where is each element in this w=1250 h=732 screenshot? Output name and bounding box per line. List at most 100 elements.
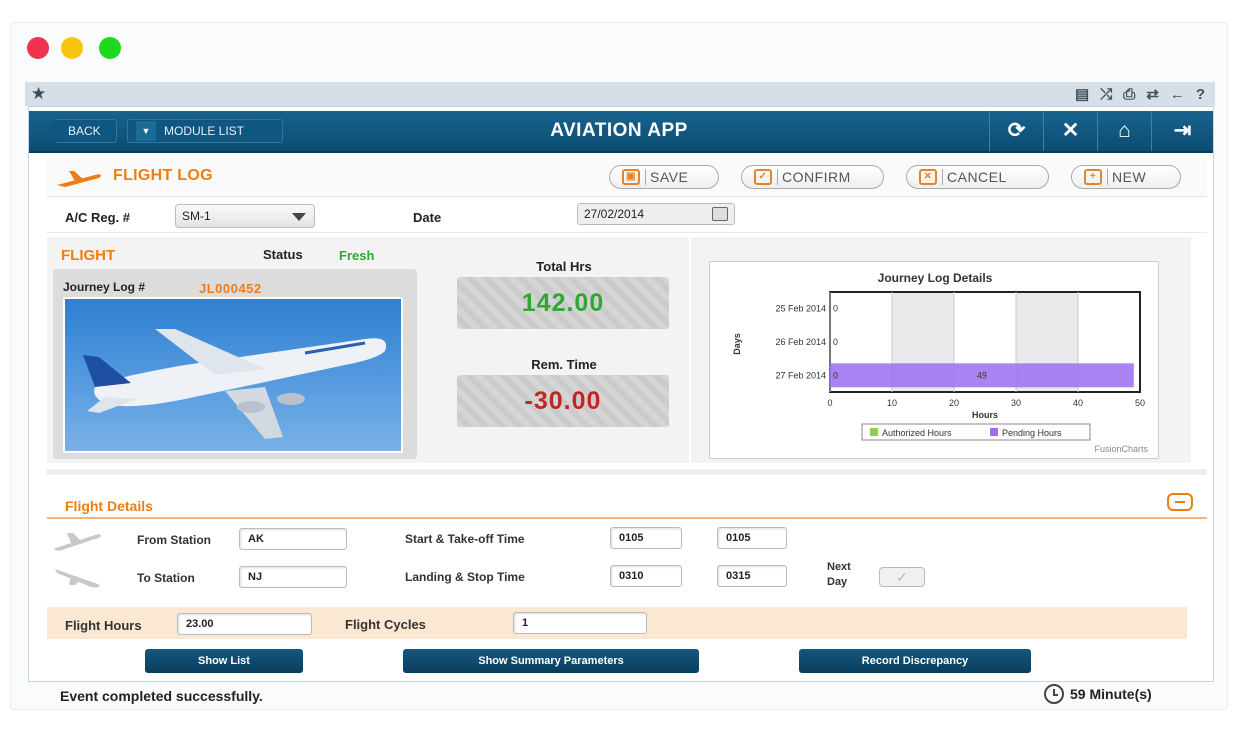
y-tick-label: 27 Feb 2014: [775, 370, 826, 380]
flight-cycles-label: Flight Cycles: [345, 617, 426, 632]
form-toolbar: FLIGHT LOG ▣ SAVE ✓ CONFIRM ✕ CANCEL + NEW: [47, 157, 1207, 197]
bar-data-label: 0: [833, 337, 838, 347]
reg-value: SM-1: [182, 209, 211, 223]
legend-label-pending: Pending Hours: [1002, 428, 1062, 438]
chart-svg: Journey Log Details 0 10 20 30 40 50 Hours Days 2…: [732, 271, 1145, 441]
new-label: NEW: [1112, 169, 1147, 185]
x-tick-label: 50: [1135, 398, 1145, 408]
back-button[interactable]: BACK: [45, 119, 117, 143]
journey-log-chart: Journey Log Details 0 10 20 30 40 50 Hours Days 2…: [709, 261, 1159, 459]
takeoff-icon: [53, 533, 101, 551]
journey-log-value: JL000452: [199, 281, 262, 296]
takeoff-start-input[interactable]: 0105: [610, 527, 682, 549]
x-tick-label: 30: [1011, 398, 1021, 408]
from-station-input[interactable]: AK: [239, 528, 347, 550]
save-button[interactable]: ▣ SAVE: [609, 165, 719, 189]
save-label: SAVE: [650, 169, 689, 185]
calendar-icon[interactable]: [712, 207, 728, 221]
x-axis-label: Hours: [972, 410, 998, 420]
journey-card: Journey Log # JL000452: [53, 269, 417, 459]
nav-bar: BACK ▼ MODULE LIST AVIATION APP ⟳ ✕ ⌂ ⇥: [29, 111, 1213, 153]
x-tick-label: 0: [827, 398, 832, 408]
legend-swatch-pending: [990, 428, 998, 436]
date-value: 27/02/2014: [584, 207, 645, 221]
cancel-label: CANCEL: [947, 169, 1007, 185]
close-icon[interactable]: ✕: [1043, 111, 1097, 151]
bar-data-label: 49: [977, 370, 987, 380]
hours-panel: Total Hrs 142.00 Rem. Time -30.00: [439, 237, 689, 463]
landing-time-label: Landing & Stop Time: [405, 570, 525, 584]
module-list-button[interactable]: ▼ MODULE LIST: [127, 119, 283, 143]
flight-hours-label: Flight Hours: [65, 618, 142, 633]
module-list-label: MODULE LIST: [164, 124, 245, 138]
help-icon[interactable]: ?: [1196, 86, 1205, 103]
refresh-icon[interactable]: ⟳: [989, 111, 1043, 151]
app-container: BACK ▼ MODULE LIST AVIATION APP ⟳ ✕ ⌂ ⇥ …: [28, 106, 1214, 682]
minus-icon: [1175, 501, 1185, 503]
chart-panel: Journey Log Details 0 10 20 30 40 50 Hours Days 2…: [691, 237, 1191, 463]
confirm-icon: ✓: [754, 169, 772, 185]
show-summary-button[interactable]: Show Summary Parameters: [403, 649, 699, 673]
date-label: Date: [413, 210, 442, 225]
chart-title: Journey Log Details: [878, 271, 993, 285]
journey-log-label: Journey Log #: [63, 280, 146, 294]
chart-credit: FusionCharts: [1094, 444, 1148, 454]
bar-data-label: 0: [833, 370, 838, 380]
close-window-button[interactable]: [27, 37, 49, 59]
reg-select[interactable]: SM-1: [175, 204, 315, 228]
y-tick-label: 26 Feb 2014: [775, 337, 826, 347]
landing-icon: [55, 569, 100, 588]
flight-hours-input[interactable]: 23.00: [177, 613, 312, 635]
y-axis-label: Days: [732, 333, 742, 355]
legend-swatch-authorized: [870, 428, 878, 436]
cancel-button[interactable]: ✕ CANCEL: [906, 165, 1049, 189]
home-icon[interactable]: ⌂: [1097, 111, 1151, 151]
next-day-label-2: Day: [827, 576, 848, 588]
list-icon[interactable]: ▤: [1075, 85, 1089, 103]
landing-start-input[interactable]: 0310: [610, 565, 682, 587]
app-title: AVIATION APP: [550, 120, 688, 141]
to-station-input[interactable]: NJ: [239, 566, 347, 588]
show-list-button[interactable]: Show List: [145, 649, 303, 673]
page-title: FLIGHT LOG: [113, 167, 213, 184]
back-arrow-icon[interactable]: ←: [1170, 86, 1185, 103]
flight-cycles-input[interactable]: 1: [513, 612, 647, 634]
remaining-time-value: -30.00: [457, 375, 669, 427]
date-input[interactable]: 27/02/2014: [577, 203, 735, 225]
shuffle-icon[interactable]: ⤮: [1100, 86, 1112, 103]
takeoff-time-label: Start & Take-off Time: [405, 532, 525, 546]
maximize-window-button[interactable]: [99, 37, 121, 59]
status-message: Event completed successfully.: [60, 688, 263, 704]
flight-panel: FLIGHT Status Fresh Journey Log # JL0004…: [47, 237, 447, 463]
lock-icon: ▣: [622, 169, 640, 185]
clock-icon: [1044, 684, 1064, 704]
status-label: Status: [263, 247, 303, 262]
reg-label: A/C Reg. #: [65, 210, 131, 225]
star-icon[interactable]: ★: [31, 82, 46, 106]
flight-details-header: Flight Details: [47, 489, 1207, 519]
landing-end-input[interactable]: 0315: [717, 565, 787, 587]
airplane-icon: [57, 171, 101, 187]
add-icon: +: [1084, 169, 1102, 185]
status-badge: Fresh: [339, 248, 375, 263]
next-day-checkbox[interactable]: ✓: [879, 567, 925, 587]
new-button[interactable]: + NEW: [1071, 165, 1181, 189]
y-tick-label: 25 Feb 2014: [775, 304, 826, 314]
caret-down-icon: ▼: [136, 121, 156, 141]
x-tick-label: 40: [1073, 398, 1083, 408]
print-icon[interactable]: ⎙: [1123, 86, 1135, 103]
record-discrepancy-button[interactable]: Record Discrepancy: [799, 649, 1031, 673]
bar-data-label: 0: [833, 304, 838, 314]
total-hours-value: 142.00: [457, 277, 669, 329]
confirm-button[interactable]: ✓ CONFIRM: [741, 165, 884, 189]
chevron-down-icon: [292, 213, 306, 221]
collapse-button[interactable]: [1167, 493, 1193, 511]
session-timer: 59 Minute(s): [1044, 684, 1152, 704]
logout-icon[interactable]: ⇥: [1151, 111, 1213, 151]
total-hours-label: Total Hrs: [536, 259, 592, 274]
to-station-label: To Station: [137, 571, 195, 585]
repeat-icon[interactable]: ⇄: [1146, 85, 1159, 103]
browser-toolbar: ★ ▤ ⤮ ⎙ ⇄ ← ?: [25, 82, 1215, 106]
minimize-window-button[interactable]: [61, 37, 83, 59]
takeoff-end-input[interactable]: 0105: [717, 527, 787, 549]
